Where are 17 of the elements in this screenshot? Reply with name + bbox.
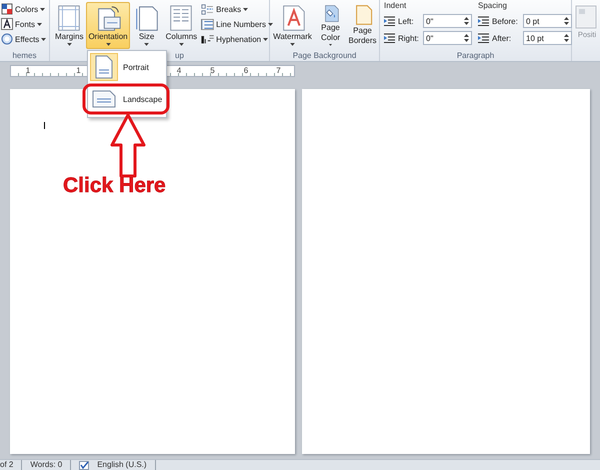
field-label: Right:: [398, 34, 420, 42]
ruler-number: 6: [242, 66, 250, 76]
section-title: Indent: [384, 0, 408, 12]
ruler-number: 7: [275, 66, 282, 76]
field-label: Before:: [492, 16, 519, 26]
field-label: Left:: [398, 16, 415, 26]
group-label: Paragraph: [456, 50, 496, 61]
ruler-number: 4: [176, 66, 182, 76]
group-label: hemes: [11, 50, 38, 61]
annotation-text: Click Here: [63, 174, 166, 198]
group-label: up: [174, 50, 185, 61]
ruler-number: 5: [209, 66, 216, 76]
group-label: Page Background: [292, 50, 358, 61]
field-label: After:: [492, 34, 512, 42]
ruler-number: 1: [24, 66, 32, 76]
ruler-number: 1: [75, 66, 82, 76]
section-title: Spacing: [478, 0, 508, 12]
